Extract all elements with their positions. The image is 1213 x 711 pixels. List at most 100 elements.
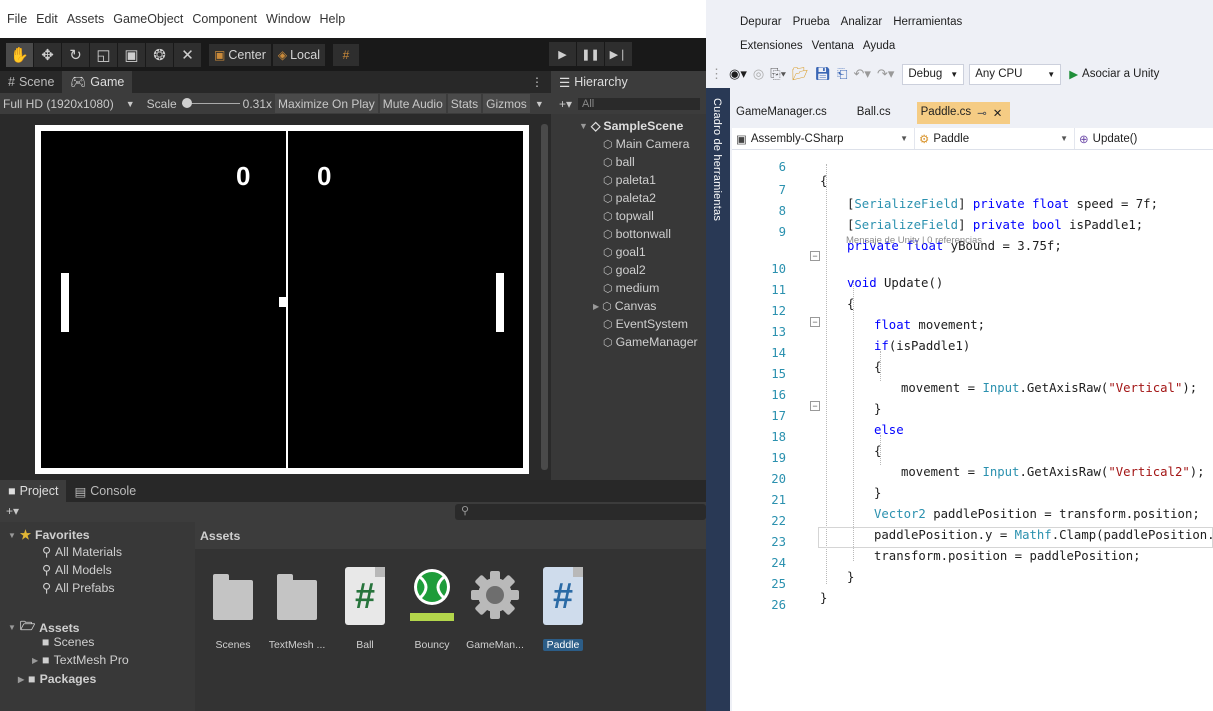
- pivot-local-toggle[interactable]: ◈ Local: [272, 43, 325, 66]
- hierarchy-item[interactable]: ⬡ goal1: [603, 245, 646, 259]
- scale-slider[interactable]: [181, 94, 240, 113]
- scene-item[interactable]: ▼ ◇ SampleScene: [579, 119, 683, 133]
- hierarchy-item[interactable]: ⬡ topwall: [603, 209, 654, 223]
- tab-gamemanager[interactable]: GameManager.cs: [732, 102, 835, 124]
- hierarchy-item[interactable]: ⬡ medium: [603, 281, 659, 295]
- tab-game[interactable]: 🎮︎ Game: [62, 71, 133, 93]
- asset-bouncy[interactable]: Bouncy: [402, 567, 462, 677]
- undo-icon[interactable]: ↶▾: [854, 66, 871, 82]
- menu-extensiones[interactable]: Extensiones: [740, 40, 803, 52]
- menu-prueba[interactable]: Prueba: [793, 16, 830, 28]
- game-view[interactable]: 0 0: [0, 114, 551, 480]
- tab-console[interactable]: ▤ Console: [66, 480, 144, 502]
- pivot-center-toggle[interactable]: ▣ Center: [209, 43, 271, 66]
- redo-icon[interactable]: ↷▾: [877, 66, 894, 82]
- tab-ball[interactable]: Ball.cs: [853, 102, 899, 124]
- grid-snap-button[interactable]: #: [333, 43, 359, 66]
- hierarchy-item[interactable]: ⬡ paleta1: [603, 173, 656, 187]
- menu-ventana[interactable]: Ventana: [812, 40, 854, 52]
- favorites-item[interactable]: ▼ ★ Favorites: [8, 528, 90, 542]
- panel-menu-icon[interactable]: ⋮: [531, 75, 543, 89]
- transform-icon[interactable]: ❂: [146, 42, 173, 67]
- menu-analizar[interactable]: Analizar: [841, 16, 883, 28]
- rect-tool-icon[interactable]: ▣: [118, 42, 145, 67]
- stats-button[interactable]: Stats: [447, 94, 482, 113]
- chevron-down-icon[interactable]: ▼: [123, 94, 138, 113]
- scale-slider-knob[interactable]: [181, 98, 192, 108]
- pause-icon[interactable]: ❚❚: [577, 42, 604, 66]
- attach-to-unity-button[interactable]: ▶ Asociar a Unity: [1069, 67, 1159, 81]
- favorite-item[interactable]: ⚲ All Models: [42, 563, 112, 577]
- asset-paddle[interactable]: # Paddle: [533, 567, 593, 677]
- expand-arrow-icon[interactable]: ▼: [8, 531, 16, 540]
- back-icon[interactable]: ◉▾: [729, 66, 747, 82]
- codelens-references[interactable]: Mensaje de Unity | 0 referencias: [846, 235, 982, 246]
- project-search-input[interactable]: ⚲: [455, 504, 706, 520]
- expand-arrow-icon[interactable]: ▶: [32, 656, 38, 665]
- favorite-item[interactable]: ⚲ All Materials: [42, 545, 122, 559]
- configuration-dropdown[interactable]: Debug ▼: [902, 63, 965, 85]
- resolution-dropdown[interactable]: Full HD (1920x1080): [0, 94, 117, 113]
- game-view-scrollbar[interactable]: [541, 124, 548, 470]
- toolbox-sidebar[interactable]: Cuadro de herramientas: [706, 88, 730, 711]
- hierarchy-item[interactable]: ⬡ GameManager: [603, 335, 698, 349]
- add-icon[interactable]: +▾: [559, 97, 572, 111]
- menu-depurar[interactable]: Depurar: [740, 16, 782, 28]
- expand-arrow-icon[interactable]: ▼: [8, 623, 16, 632]
- favorite-item[interactable]: ⚲ All Prefabs: [42, 581, 114, 595]
- code-line: 6 {: [778, 160, 828, 188]
- maximize-on-play-button[interactable]: Maximize On Play: [275, 94, 378, 113]
- tab-scene[interactable]: # Scene: [0, 71, 62, 93]
- menu-herramientas[interactable]: Herramientas: [893, 16, 962, 28]
- hierarchy-item[interactable]: ⬡ ball: [603, 155, 635, 169]
- tab-project[interactable]: ■ Project: [0, 480, 67, 502]
- step-icon[interactable]: ▶❘: [605, 42, 632, 66]
- hierarchy-item[interactable]: ⬡ bottonwall: [603, 227, 671, 241]
- menu-file[interactable]: File: [7, 12, 27, 26]
- packages-item[interactable]: ▶ ■ Packages: [18, 672, 96, 686]
- tab-hierarchy[interactable]: ☰ Hierarchy: [551, 71, 706, 93]
- menu-ayuda[interactable]: Ayuda: [863, 40, 895, 52]
- play-icon[interactable]: ▶: [549, 42, 576, 66]
- menu-help[interactable]: Help: [319, 12, 345, 26]
- asset-gamemanager[interactable]: GameMan...: [465, 567, 525, 677]
- pin-icon[interactable]: ⊸: [977, 106, 987, 124]
- tab-paddle[interactable]: Paddle.cs ⊸ ✕: [916, 102, 1011, 124]
- asset-ball[interactable]: # Ball: [335, 567, 395, 677]
- hierarchy-item[interactable]: ⬡ goal2: [603, 263, 646, 277]
- folder-item[interactable]: ■ Scenes: [42, 635, 94, 649]
- menu-component[interactable]: Component: [192, 12, 257, 26]
- expand-arrow-icon[interactable]: ▶: [593, 302, 599, 311]
- code-editor[interactable]: − − − 6 { 7 [SerializeField] private flo…: [732, 150, 1213, 711]
- open-folder-icon[interactable]: 📂︎: [792, 66, 809, 82]
- hierarchy-item[interactable]: ▶ ⬡ Canvas: [593, 299, 656, 313]
- mute-audio-button[interactable]: Mute Audio: [379, 94, 446, 113]
- save-all-icon[interactable]: ⎗: [837, 66, 847, 82]
- menu-assets[interactable]: Assets: [67, 12, 105, 26]
- create-icon[interactable]: +▾: [6, 504, 19, 518]
- hierarchy-item[interactable]: ⬡ Main Camera: [603, 137, 689, 151]
- hierarchy-item[interactable]: ⬡ paleta2: [603, 191, 656, 205]
- gizmos-dropdown-icon[interactable]: ▼: [532, 94, 547, 113]
- asset-textmesh[interactable]: TextMesh ...: [267, 567, 327, 677]
- asset-scenes[interactable]: Scenes: [203, 567, 263, 677]
- save-icon[interactable]: 💾︎: [815, 66, 832, 82]
- close-icon[interactable]: ✕: [993, 106, 1003, 124]
- hierarchy-item[interactable]: ⬡ EventSystem: [603, 317, 688, 331]
- folder-item[interactable]: ▶ ■ TextMesh Pro: [32, 653, 129, 667]
- hierarchy-search-input[interactable]: All: [578, 97, 700, 110]
- hand-icon[interactable]: ✋: [6, 42, 33, 67]
- expand-arrow-icon[interactable]: ▼: [579, 121, 588, 131]
- menu-window[interactable]: Window: [266, 12, 310, 26]
- menu-gameobject[interactable]: GameObject: [113, 12, 183, 26]
- platform-dropdown[interactable]: Any CPU ▼: [969, 63, 1062, 85]
- rotate-icon[interactable]: ↻: [62, 42, 89, 67]
- new-item-icon[interactable]: ⎘▾: [770, 66, 786, 82]
- expand-arrow-icon[interactable]: ▶: [18, 675, 24, 684]
- forward-icon[interactable]: ◎: [753, 66, 764, 82]
- menu-edit[interactable]: Edit: [36, 12, 58, 26]
- move-icon[interactable]: ✥: [34, 42, 61, 67]
- custom-tool-icon[interactable]: ✕: [174, 42, 201, 67]
- gizmos-button[interactable]: Gizmos: [483, 94, 530, 113]
- scale-icon[interactable]: ◱: [90, 42, 117, 67]
